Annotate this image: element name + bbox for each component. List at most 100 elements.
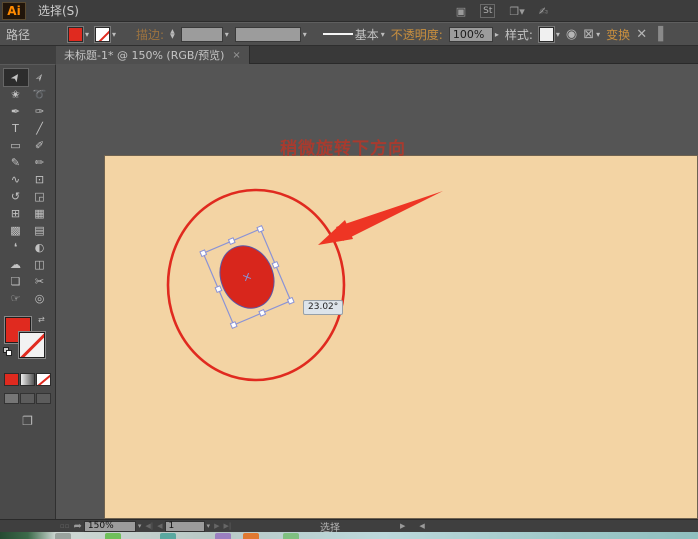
workspace-switcher-icon[interactable]: ❐▾ — [509, 5, 524, 18]
magic-wand-tool[interactable]: ✬ — [4, 86, 28, 103]
gradient-tool[interactable]: ▤ — [28, 222, 52, 239]
stroke-weight-value[interactable] — [181, 27, 223, 42]
pen-tool[interactable]: ✒ — [4, 103, 28, 120]
zoom-level-field[interactable]: 150% — [84, 521, 136, 532]
width-tool[interactable]: ∿ — [4, 171, 28, 188]
cs-live-icon[interactable]: ✍ — [539, 5, 548, 18]
stroke-swatch[interactable] — [95, 27, 110, 42]
hand-tool[interactable]: ☞ — [4, 290, 28, 307]
brush-definition-dropdown[interactable]: 基本 ▾ — [323, 26, 385, 43]
add-anchor-point-tool[interactable]: ✑ — [28, 103, 52, 120]
brush-definition-value: 基本 — [355, 26, 379, 43]
scroll-right-icon[interactable]: ▶ — [398, 522, 407, 530]
chevron-down-icon: ▾ — [225, 30, 229, 39]
tool-list: ➤➢✬➰✒✑T╱▭✐✎✏∿⊡↺◲⊞▦▩▤❛◐☁◫❏✂☞◎ — [0, 69, 55, 307]
scale-tool[interactable]: ◲ — [28, 188, 52, 205]
taskbar-app-6[interactable] — [283, 533, 299, 539]
free-transform-tool[interactable]: ⊡ — [28, 171, 52, 188]
close-icon[interactable]: × — [232, 50, 240, 61]
align-icon[interactable]: ✕ — [636, 27, 647, 42]
windows-taskbar[interactable] — [0, 532, 698, 539]
document-title: 未标题-1* @ 150% (RGB/预览) — [64, 47, 224, 63]
shape-builder-tool[interactable]: ⊞ — [4, 205, 28, 222]
symbol-sprayer-tool[interactable]: ☁ — [4, 256, 28, 273]
artboard-tool[interactable]: ❏ — [4, 273, 28, 290]
select-similar-icon[interactable]: ⊠ — [583, 27, 594, 42]
canvas-artwork — [104, 155, 698, 519]
selection-tool[interactable]: ➤ — [4, 69, 28, 86]
taskbar-app-5[interactable] — [243, 533, 259, 539]
scroll-left-icon[interactable]: ◀ — [417, 522, 426, 530]
menu-select[interactable]: 选择(S) — [30, 0, 91, 22]
blend-tool[interactable]: ◐ — [28, 239, 52, 256]
panel-menu-icon[interactable]: ▐ — [653, 27, 663, 42]
share-icon[interactable]: ➦ — [72, 521, 84, 532]
recolor-artwork-icon[interactable]: ◉ — [566, 27, 577, 42]
gradient-button[interactable] — [20, 373, 35, 386]
style-picker[interactable]: ▾ — [539, 27, 560, 42]
select-similar-dropdown[interactable]: ⊠ ▾ — [583, 27, 600, 42]
lasso-tool[interactable]: ➰ — [28, 86, 52, 103]
rotate-tool[interactable]: ↺ — [4, 188, 28, 205]
taskbar-app-2[interactable] — [105, 533, 121, 539]
fill-stroke-area: ⇄ — [0, 315, 55, 367]
opacity-link[interactable]: 不透明度: — [391, 26, 443, 43]
paint-mode-buttons — [0, 373, 55, 386]
document-tab[interactable]: 未标题-1* @ 150% (RGB/预览) × — [56, 46, 250, 64]
next-artboard-icon[interactable]: ▶ — [212, 522, 221, 530]
chevron-down-icon: ▾ — [112, 30, 116, 39]
zoom-tool[interactable]: ◎ — [28, 290, 52, 307]
control-bar: 路径 ▾ ▾ 描边: ▲▼ ▾ ▾ 基本 ▾ 不透明度: 100% ▸ 样式: … — [0, 22, 698, 46]
type-tool[interactable]: T — [4, 120, 28, 137]
width-profile-dropdown[interactable]: ▾ — [235, 27, 307, 42]
selection-type-label: 路径 — [6, 26, 30, 43]
slice-tool[interactable]: ✂ — [28, 273, 52, 290]
chevron-down-icon: ▾ — [596, 30, 600, 39]
taskbar-app-3[interactable] — [160, 533, 176, 539]
stroke-color-picker[interactable]: ▾ — [95, 27, 116, 42]
stroke-weight-dropdown[interactable]: ▾ — [181, 27, 229, 42]
color-button[interactable] — [4, 373, 19, 386]
graph-tool[interactable]: ◫ — [28, 256, 52, 273]
opacity-dropdown[interactable]: 100% ▸ — [449, 27, 499, 42]
line-segment-tool[interactable]: ╱ — [28, 120, 52, 137]
rectangle-tool[interactable]: ▭ — [4, 137, 28, 154]
eyedropper-tool[interactable]: ❛ — [4, 239, 28, 256]
screen-mode-button[interactable]: ❐ — [0, 414, 55, 428]
swap-fill-stroke-icon[interactable]: ⇄ — [38, 315, 45, 324]
draw-normal-button[interactable] — [4, 393, 19, 404]
mesh-tool[interactable]: ▩ — [4, 222, 28, 239]
opacity-value[interactable]: 100% — [449, 27, 493, 42]
document-tab-bar: 未标题-1* @ 150% (RGB/预览) × — [56, 46, 698, 64]
chevron-right-icon: ▸ — [495, 30, 499, 39]
taskbar-app-4[interactable] — [215, 533, 231, 539]
blob-brush-tool[interactable]: ✏ — [28, 154, 52, 171]
draw-inside-button[interactable] — [36, 393, 51, 404]
direct-selection-tool[interactable]: ➢ — [28, 69, 52, 86]
style-swatch[interactable] — [539, 27, 554, 42]
perspective-grid-tool[interactable]: ▦ — [28, 205, 52, 222]
stroke-weight-label[interactable]: 描边: — [136, 26, 164, 43]
pasteboard[interactable]: 稍微旋转下方向 23.02° — [56, 64, 698, 519]
stroke-color-proxy[interactable] — [19, 332, 45, 358]
prev-artboard-icon[interactable]: ◀ — [155, 522, 164, 530]
artboard-number-field[interactable]: 1 — [165, 521, 205, 532]
artboard-dropdown-icon[interactable]: ▾ — [205, 522, 213, 530]
none-button[interactable] — [36, 373, 51, 386]
paintbrush-tool[interactable]: ✐ — [28, 137, 52, 154]
width-profile-value[interactable] — [235, 27, 301, 42]
fill-swatch[interactable] — [68, 27, 83, 42]
chevron-down-icon: ▾ — [85, 30, 89, 39]
default-fill-stroke-icon[interactable] — [3, 347, 13, 357]
taskbar-app-1[interactable] — [55, 533, 71, 539]
draw-behind-button[interactable] — [20, 393, 35, 404]
first-artboard-icon[interactable]: ◀| — [143, 522, 155, 530]
stroke-weight-stepper[interactable]: ▲▼ — [170, 29, 175, 39]
arrange-documents-icon[interactable]: ▣ — [456, 5, 466, 18]
st-icon[interactable]: St — [480, 4, 495, 18]
zoom-dropdown-icon[interactable]: ▾ — [136, 522, 144, 530]
last-artboard-icon[interactable]: ▶| — [221, 522, 233, 530]
fill-color-picker[interactable]: ▾ — [68, 27, 89, 42]
pencil-tool[interactable]: ✎ — [4, 154, 28, 171]
transform-link[interactable]: 变换 — [606, 26, 630, 43]
